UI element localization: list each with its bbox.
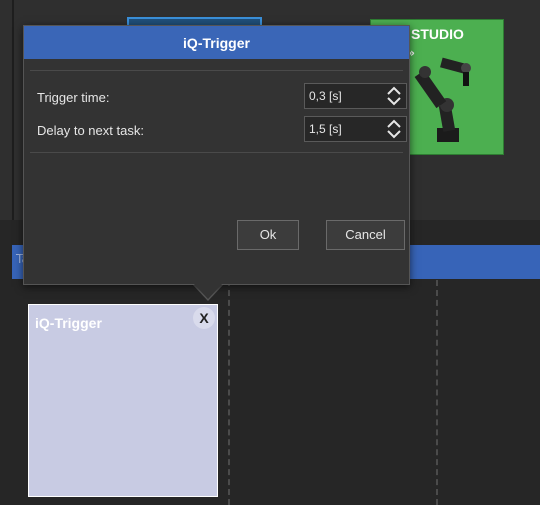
timeline-divider: [436, 280, 438, 505]
dialog-pointer: [193, 283, 223, 299]
task-card-iq-trigger[interactable]: iQ-Trigger X: [28, 304, 218, 497]
divider: [12, 0, 14, 220]
task-card-title: iQ-Trigger: [35, 315, 102, 331]
divider: [30, 70, 403, 71]
spin-up-down-icon[interactable]: [385, 118, 403, 140]
delay-to-next-task-label: Delay to next task:: [37, 123, 144, 138]
spin-up-down-icon[interactable]: [385, 85, 403, 107]
delay-to-next-task-spinbox[interactable]: 1,5 [s]: [304, 116, 407, 142]
iq-trigger-dialog: iQ-Trigger Trigger time: 0,3 [s] Delay t…: [23, 25, 410, 285]
cancel-button[interactable]: Cancel: [326, 220, 405, 250]
delay-to-next-task-value: 1,5 [s]: [309, 122, 342, 136]
close-icon[interactable]: X: [193, 307, 215, 329]
card-studio-title: STUDIO: [411, 26, 464, 42]
trigger-time-value: 0,3 [s]: [309, 89, 342, 103]
trigger-time-label: Trigger time:: [37, 90, 110, 105]
ok-button[interactable]: Ok: [237, 220, 299, 250]
timeline-divider: [228, 280, 230, 505]
dialog-title: iQ-Trigger: [183, 35, 250, 51]
trigger-time-spinbox[interactable]: 0,3 [s]: [304, 83, 407, 109]
robot-arm-icon: [414, 57, 471, 142]
divider: [30, 152, 403, 153]
dialog-header: iQ-Trigger: [24, 26, 409, 59]
